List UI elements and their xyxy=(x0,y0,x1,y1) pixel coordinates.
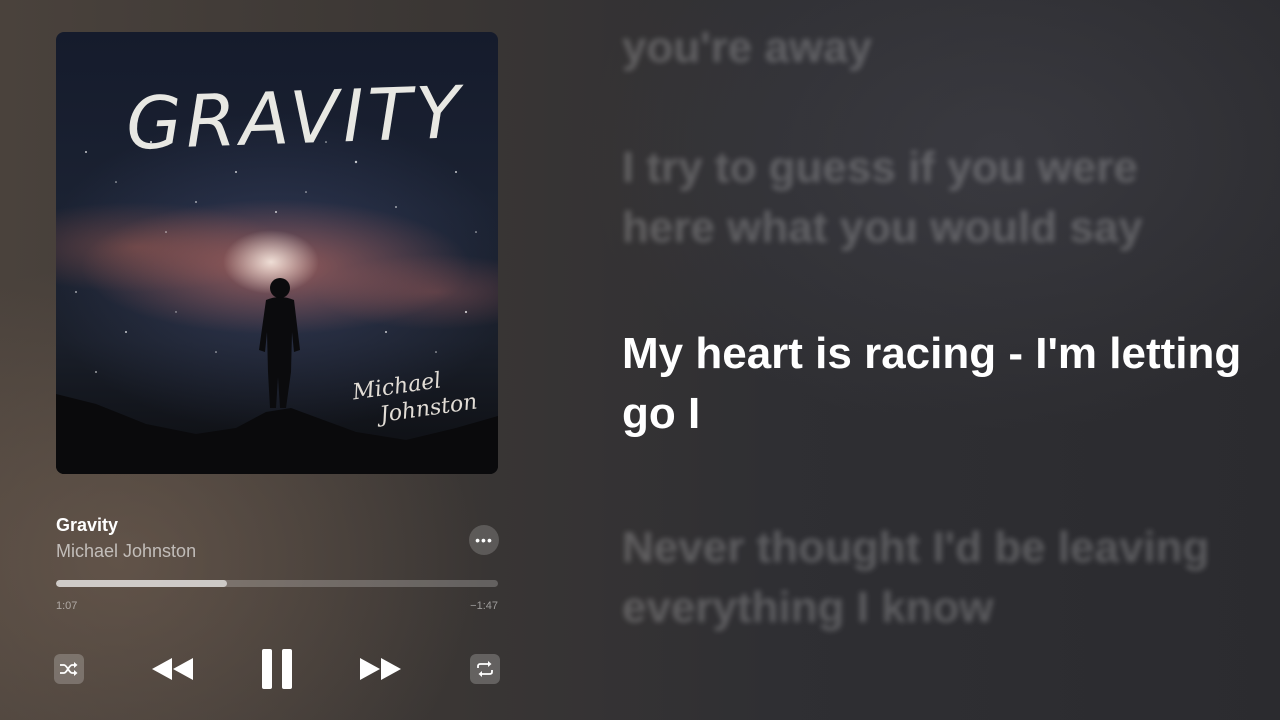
pause-button[interactable] xyxy=(259,646,295,692)
lyric-line-current[interactable]: My heart is racing - I'm letting go I xyxy=(622,324,1242,444)
playback-progress-bar[interactable] xyxy=(56,580,498,587)
more-options-button[interactable]: ••• xyxy=(469,525,499,555)
playback-controls xyxy=(54,644,500,694)
ellipsis-icon: ••• xyxy=(475,532,493,548)
rewind-icon xyxy=(152,658,193,680)
now-playing-panel: GRAVITY Michael Johnston Gravity Michael… xyxy=(54,32,500,694)
fast-forward-icon xyxy=(360,658,401,680)
artwork-title-text: GRAVITY xyxy=(124,70,466,166)
pause-icon xyxy=(262,649,292,689)
repeat-icon xyxy=(477,661,493,677)
repeat-button[interactable] xyxy=(470,654,500,684)
rewind-button[interactable] xyxy=(150,654,196,684)
shuffle-icon xyxy=(60,662,78,676)
lyric-line-past[interactable]: you're away xyxy=(622,18,1242,78)
lyric-line-upcoming[interactable]: Never thought I'd be leaving everything … xyxy=(622,518,1242,638)
time-remaining: −1:47 xyxy=(470,600,498,612)
album-artwork[interactable]: GRAVITY Michael Johnston xyxy=(56,32,498,474)
fast-forward-button[interactable] xyxy=(358,654,404,684)
track-artist[interactable]: Michael Johnston xyxy=(56,541,196,562)
lyric-line-past[interactable]: I try to guess if you were here what you… xyxy=(622,138,1242,258)
track-title: Gravity xyxy=(56,515,119,535)
lyrics-panel: you're away I try to guess if you were h… xyxy=(622,0,1242,720)
playback-progress-fill xyxy=(56,580,228,587)
shuffle-button[interactable] xyxy=(54,654,84,684)
time-elapsed: 1:07 xyxy=(56,600,78,612)
